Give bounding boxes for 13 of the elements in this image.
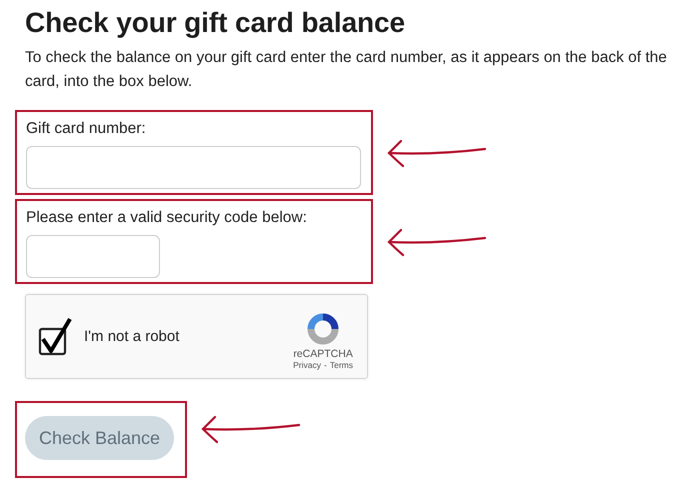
recaptcha-logo-icon [306, 312, 340, 346]
captcha-brand: reCAPTCHA [293, 348, 353, 360]
checkbox[interactable] [38, 316, 72, 356]
input-field[interactable] [26, 146, 361, 189]
terms-link[interactable]: Terms [330, 360, 353, 370]
input-field[interactable] [26, 235, 160, 278]
intro-text: To check the balance on your gift card enter the card number, as it appears on the back of the card, into the box below. [25, 48, 668, 92]
captcha-label: I'm not a robot [84, 328, 180, 345]
page-title: Check your gift card balance [25, 6, 406, 40]
field-label: Gift card number: [26, 119, 147, 139]
field-label: Please enter a valid security code below: [26, 208, 308, 228]
link-separator: - [324, 360, 327, 370]
privacy-link[interactable]: Privacy [293, 360, 322, 370]
